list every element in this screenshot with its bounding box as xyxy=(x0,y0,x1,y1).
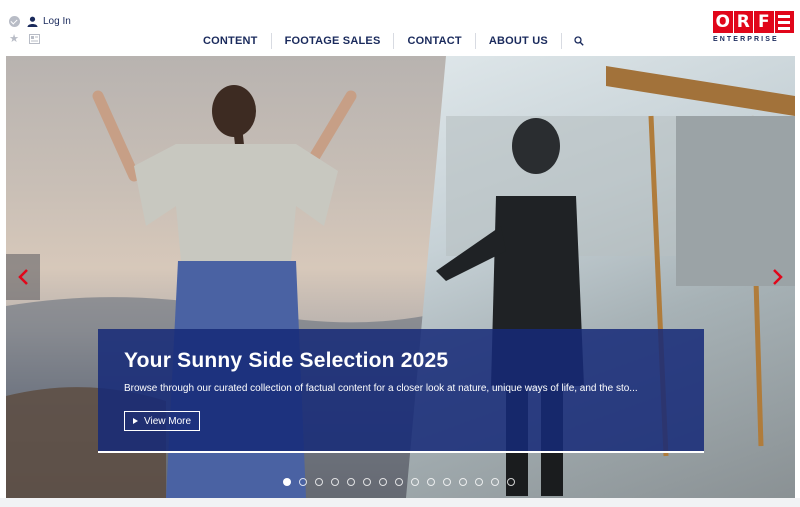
card-icon[interactable] xyxy=(28,33,40,45)
carousel-dot[interactable] xyxy=(411,478,419,486)
carousel-dot[interactable] xyxy=(507,478,515,486)
carousel-next-button[interactable] xyxy=(761,254,795,300)
logo-subtitle: ENTERPRISE xyxy=(713,36,779,43)
chevron-left-icon xyxy=(18,269,28,285)
carousel-dot[interactable] xyxy=(315,478,323,486)
nav-item-content[interactable]: CONTENT xyxy=(190,32,271,50)
hero-description: Browse through our curated collection of… xyxy=(124,383,638,394)
carousel-dot[interactable] xyxy=(459,478,467,486)
logo-letter: O xyxy=(713,11,733,33)
view-more-label: View More xyxy=(144,415,192,427)
main-nav: CONTENT FOOTAGE SALES CONTACT ABOUT US xyxy=(190,30,596,52)
logo-letter: R xyxy=(733,11,753,33)
carousel-dots xyxy=(283,478,515,486)
chevron-right-icon xyxy=(773,269,783,285)
logo-bars xyxy=(774,11,794,33)
carousel-dot[interactable] xyxy=(299,478,307,486)
user-icon xyxy=(26,15,38,27)
carousel-dot[interactable] xyxy=(331,478,339,486)
carousel-dot[interactable] xyxy=(283,478,291,486)
search-button[interactable] xyxy=(562,32,596,50)
verified-icon xyxy=(8,15,20,27)
view-more-button[interactable]: View More xyxy=(124,411,201,431)
carousel-dot[interactable] xyxy=(427,478,435,486)
carousel-prev-button[interactable] xyxy=(6,254,40,300)
page-bottom-strip xyxy=(0,498,800,507)
carousel-dot[interactable] xyxy=(395,478,403,486)
play-icon xyxy=(133,418,138,424)
search-icon xyxy=(574,36,584,46)
carousel-dot[interactable] xyxy=(491,478,499,486)
login-label: Log In xyxy=(43,15,71,27)
nav-item-contact[interactable]: CONTACT xyxy=(394,32,474,50)
hero-title: Your Sunny Side Selection 2025 xyxy=(124,349,449,372)
nav-item-about-us[interactable]: ABOUT US xyxy=(476,32,561,50)
nav-item-footage-sales[interactable]: FOOTAGE SALES xyxy=(272,32,394,50)
login-link[interactable]: Log In xyxy=(26,15,71,27)
carousel-dot[interactable] xyxy=(443,478,451,486)
star-icon[interactable]: ★ xyxy=(8,33,20,45)
carousel-dot[interactable] xyxy=(379,478,387,486)
hero-caption: Your Sunny Side Selection 2025 Browse th… xyxy=(98,329,704,453)
carousel-dot[interactable] xyxy=(347,478,355,486)
site-header: Log In ★ CONTENT FOOTAGE SALES CONTACT A… xyxy=(0,0,800,56)
carousel-dot[interactable] xyxy=(363,478,371,486)
carousel-dot[interactable] xyxy=(475,478,483,486)
utility-bar: Log In ★ xyxy=(8,12,71,48)
hero-carousel: Your Sunny Side Selection 2025 Browse th… xyxy=(6,56,795,498)
orf-enterprise-logo[interactable]: O R F ENTERPRISE xyxy=(713,11,795,47)
logo-letter: F xyxy=(754,11,774,33)
